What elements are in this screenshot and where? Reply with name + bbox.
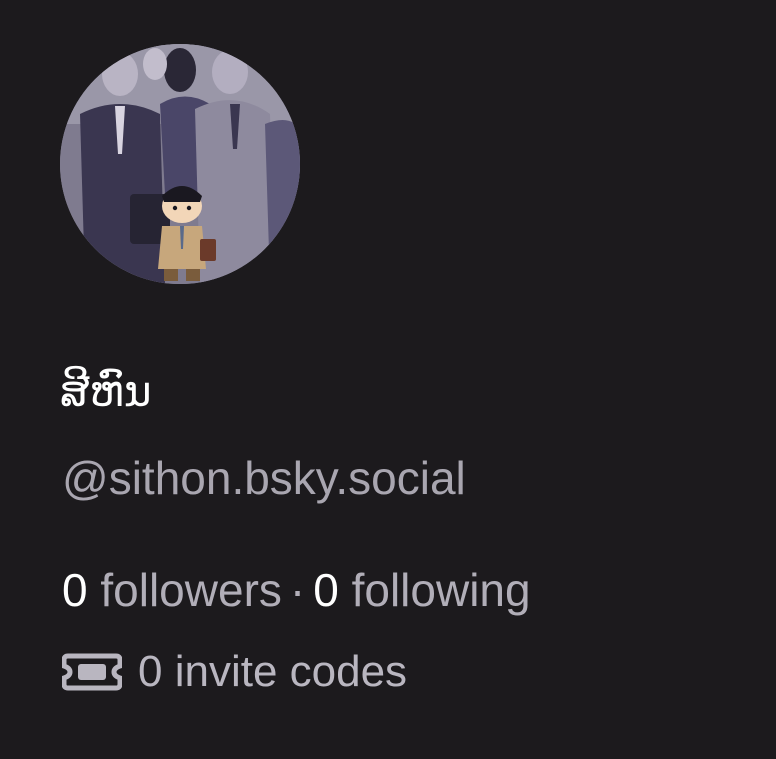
invite-codes-button[interactable]: 0 invite codes bbox=[62, 642, 407, 702]
followers-link[interactable]: 0 followers bbox=[62, 564, 282, 616]
display-name: ສີຫົນ bbox=[60, 367, 152, 416]
stats-separator: · bbox=[289, 564, 306, 616]
avatar-image bbox=[60, 44, 300, 284]
handle: @sithon.bsky.social bbox=[62, 452, 466, 504]
ticket-icon bbox=[62, 652, 122, 692]
following-link[interactable]: 0 following bbox=[313, 564, 530, 616]
following-label: following bbox=[351, 564, 531, 616]
avatar[interactable] bbox=[60, 44, 300, 284]
followers-label: followers bbox=[100, 564, 282, 616]
following-count: 0 bbox=[313, 564, 339, 616]
invite-codes-label: 0 invite codes bbox=[138, 647, 408, 696]
followers-count: 0 bbox=[62, 564, 88, 616]
profile-stats: 0 followers · 0 following bbox=[62, 560, 531, 620]
